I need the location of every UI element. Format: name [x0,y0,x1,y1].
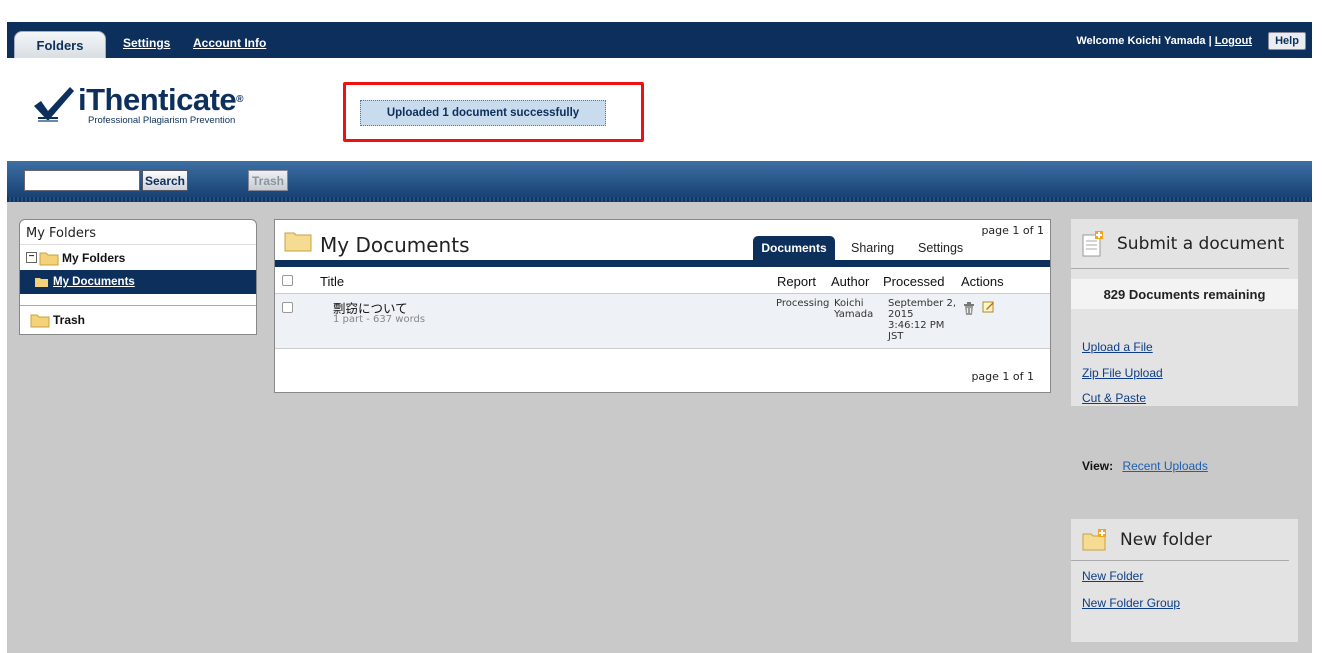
select-all-checkbox[interactable] [282,275,293,286]
folder-add-icon [1082,528,1106,550]
tab-folders[interactable]: Folders [14,31,106,58]
table-header: Title Report Author Processed Actions [275,267,1050,294]
logout-link[interactable]: Logout [1215,35,1252,47]
tab-account-info[interactable]: Account Info [193,36,266,50]
pagination-top: page 1 of 1 [981,224,1044,237]
processed-time: 3:46:12 PM [888,320,945,331]
row-checkbox[interactable] [282,302,293,313]
top-margin [7,0,1312,22]
folder-group-my-folders[interactable]: − My Folders [20,245,256,270]
brand-logo[interactable]: iThenticate® Professional Plagiarism Pre… [32,82,244,126]
col-actions: Actions [961,274,1004,289]
welcome-separator: | [1208,35,1212,47]
view-label: View: [1082,459,1114,473]
help-button[interactable]: Help [1268,32,1306,50]
toolbar-texture [7,197,1312,202]
table-row[interactable]: 剽窃について 1 part - 637 words Processing Koi… [275,294,1050,349]
brand-tagline: Professional Plagiarism Prevention [88,115,236,126]
submit-document-panel: Submit a document 829 Documents remainin… [1071,219,1298,406]
search-button[interactable]: Search [142,170,188,191]
folders-panel-title: My Folders [20,220,256,245]
trash-button[interactable]: Trash [248,170,288,191]
header: iThenticate® Professional Plagiarism Pre… [7,58,1312,161]
upload-success-notice: Uploaded 1 document successfully [360,100,606,126]
processed-date: September 2, [888,298,956,309]
top-navigation: Folders Settings Account Info Welcome Ko… [7,22,1312,58]
folder-trash[interactable]: Trash [20,306,256,334]
documents-tab-bar [275,260,1050,267]
page: Folders Settings Account Info Welcome Ko… [0,0,1322,653]
documents-title: My Documents [320,233,470,257]
documents-panel: My Documents page 1 of 1 Documents Shari… [274,219,1051,393]
col-processed[interactable]: Processed [883,274,944,289]
edit-icon[interactable] [982,300,995,313]
documents-header: My Documents page 1 of 1 Documents Shari… [275,220,1050,260]
folder-trash-label: Trash [53,313,86,327]
new-folder-title: New folder [1120,529,1212,550]
tab-doc-settings[interactable]: Settings [918,241,963,255]
sidebar-divider [20,294,256,306]
search-input[interactable] [24,170,140,191]
check-logo-icon [34,87,74,122]
pagination-bottom: page 1 of 1 [971,370,1034,383]
col-author[interactable]: Author [831,274,869,289]
registered-mark: ® [236,94,244,105]
cut-paste-link[interactable]: Cut & Paste [1082,391,1146,405]
col-title[interactable]: Title [320,274,344,289]
folder-group-label: My Folders [62,250,126,265]
collapse-icon[interactable]: − [26,252,37,263]
new-folder-header: New folder [1071,519,1289,561]
author-first: Koichi [834,298,864,309]
recent-uploads-link[interactable]: Recent Uploads [1122,459,1207,473]
trash-icon[interactable] [963,302,975,315]
tab-settings-link[interactable]: Settings [123,36,170,50]
open-folder-icon [35,278,48,287]
folders-panel: My Folders − My Folders My Documents Tra… [19,219,257,335]
tab-documents[interactable]: Documents [753,236,835,260]
welcome-text: Welcome Koichi Yamada [1076,35,1206,47]
folder-my-documents[interactable]: My Documents [20,270,256,294]
new-folder-group-link[interactable]: New Folder Group [1082,596,1180,610]
folder-icon [284,232,312,252]
processed-zone: JST [888,331,904,342]
folder-icon [30,314,50,328]
col-report[interactable]: Report [777,274,816,289]
report-status: Processing [776,298,830,309]
zip-upload-link[interactable]: Zip File Upload [1082,366,1163,380]
search-toolbar: Search Trash [7,161,1312,202]
document-meta: 1 part - 637 words [333,314,426,325]
processed-year: 2015 [888,309,914,320]
brand-name: iThenticate [78,82,237,117]
new-folder-link[interactable]: New Folder [1082,569,1143,583]
folder-icon [39,252,59,265]
frame-right [1312,0,1322,653]
submit-header: Submit a document [1071,219,1289,269]
view-line: View: Recent Uploads [1082,459,1208,473]
folder-my-documents-label: My Documents [53,276,135,288]
upload-file-link[interactable]: Upload a File [1082,340,1153,354]
tab-sharing[interactable]: Sharing [851,241,894,255]
submit-title: Submit a document [1117,233,1285,254]
documents-remaining: 829 Documents remaining [1071,279,1298,309]
new-folder-panel: New folder New Folder New Folder Group [1071,519,1298,642]
author-last: Yamada [834,309,874,320]
welcome-area: Welcome Koichi Yamada | Logout [1076,35,1252,47]
frame-left [0,0,7,653]
document-add-icon [1082,230,1103,256]
